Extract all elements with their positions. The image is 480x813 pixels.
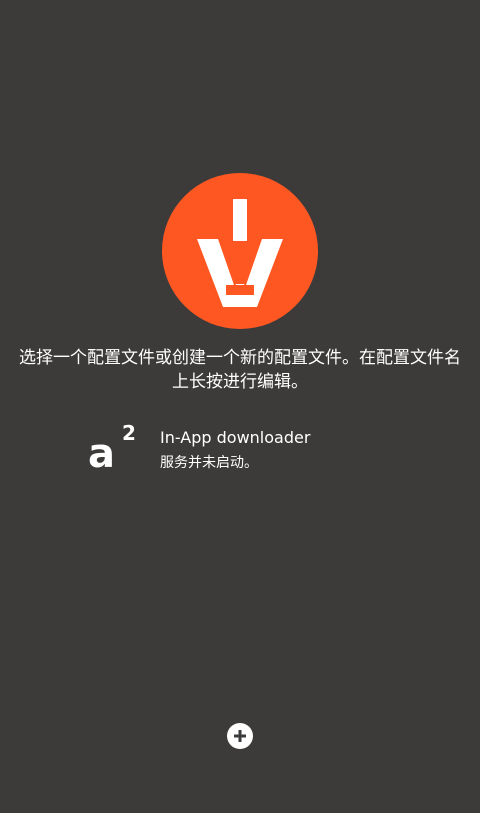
a-squared-icon: a 2 [88, 422, 144, 478]
instruction-text: 选择一个配置文件或创建一个新的配置文件。在配置文件名上长按进行编辑。 [19, 348, 461, 392]
profile-icon-letter: a [88, 431, 115, 477]
app-logo-icon [162, 173, 318, 329]
profile-item[interactable]: a 2 In-App downloader 服务并未启动。 [84, 418, 404, 482]
profile-list-screen: 选择一个配置文件或创建一个新的配置文件。在配置文件名上长按进行编辑。 a 2 I… [0, 0, 480, 813]
profile-name: In-App downloader [160, 428, 311, 447]
add-profile-button[interactable] [227, 723, 253, 749]
profile-icon-superscript: 2 [122, 421, 136, 445]
plus-icon [234, 730, 246, 742]
profile-status: 服务并未启动。 [160, 455, 258, 471]
